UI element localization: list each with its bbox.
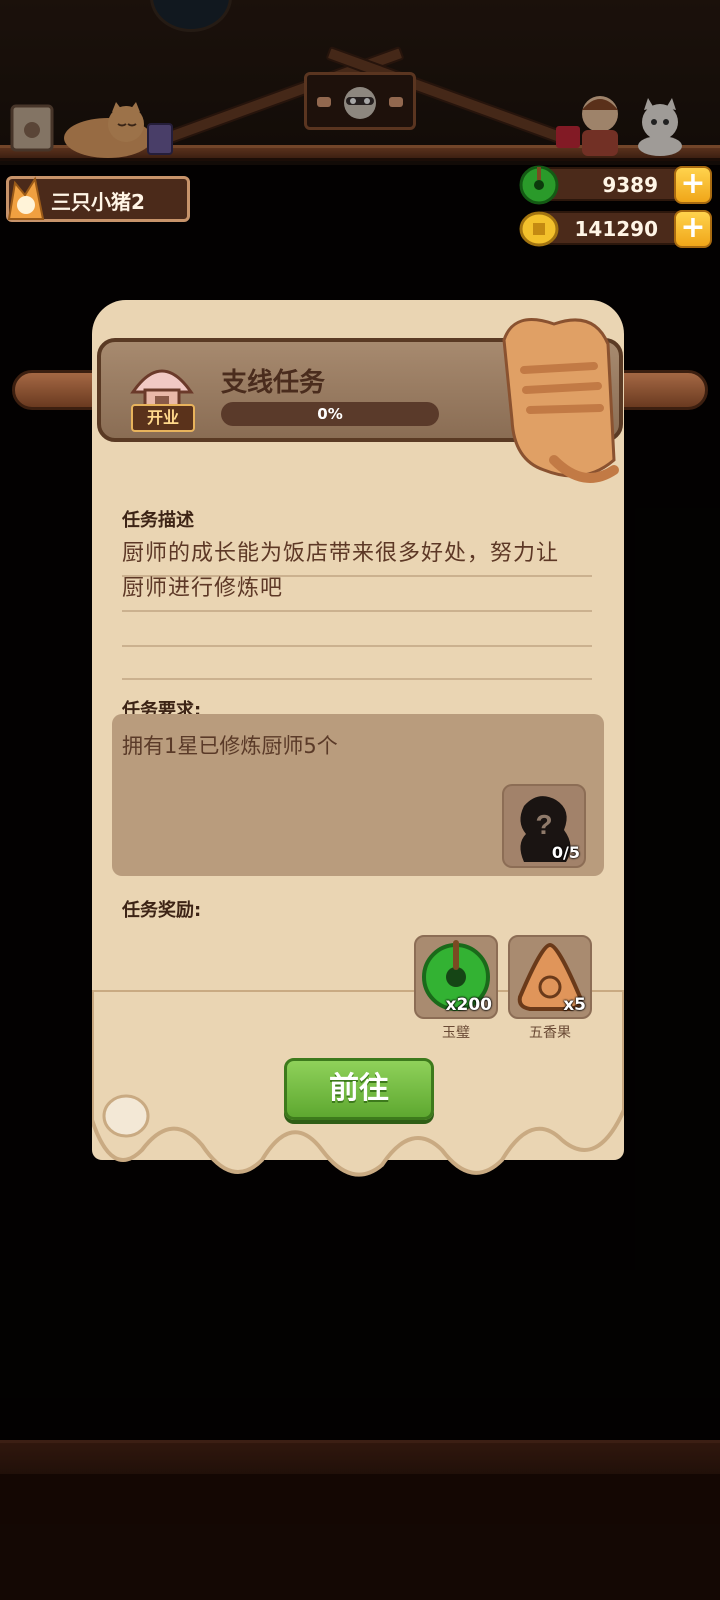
reward-label: 任务奖励: [122,900,202,921]
description-line-2: 厨师进行修炼吧 [122,576,284,601]
requirement-chef-slot[interactable]: ? 0/5 [502,784,586,868]
requirement-progress: 0/5 [551,843,580,862]
add-jade-button[interactable]: + [674,166,712,204]
coin-counter: 141290 + [519,210,712,248]
quest-title: 支线任务 [221,368,326,398]
description-line-1: 厨师的成长能为饭店带来很多好处，努力让 [122,541,560,566]
restaurant-name: 三只小猪2 [51,190,145,214]
quest-progress-text: 0% [317,405,343,423]
jade-amount: 9389 [602,173,658,197]
requirement-box: 拥有1星已修炼厨师5个 ? 0/5 [112,714,604,876]
quest-progress-bar: 0% [221,402,439,426]
reward-name: 玉璧 [442,1025,470,1041]
coin-amount: 141290 [574,217,659,241]
requirement-text: 拥有1星已修炼厨师5个 [122,734,338,758]
hanging-cat-icon [502,318,619,483]
reward-quantity: x5 [563,995,586,1015]
description-label: 任务描述 [122,510,194,531]
fox-chef-badge-icon [7,176,45,220]
gold-coin-icon [519,211,559,247]
restaurant-name-tag[interactable]: 三只小猪2 [6,176,190,222]
divider-line [122,645,592,647]
open-badge: 开业 [131,404,195,432]
divider-line [122,610,592,612]
go-button[interactable]: 前往 [284,1058,434,1120]
reward-name: 五香果 [529,1025,571,1041]
divider-line [122,678,592,680]
reward-quantity: x200 [445,995,492,1015]
jade-disc-icon [519,165,559,205]
add-coin-button[interactable]: + [674,210,712,248]
jade-counter: 9389 + [519,165,712,205]
question-mark: ? [535,809,552,840]
reward-item-spice-fruit[interactable]: x5 [508,935,592,1019]
reward-item-jade[interactable]: x200 [414,935,498,1019]
